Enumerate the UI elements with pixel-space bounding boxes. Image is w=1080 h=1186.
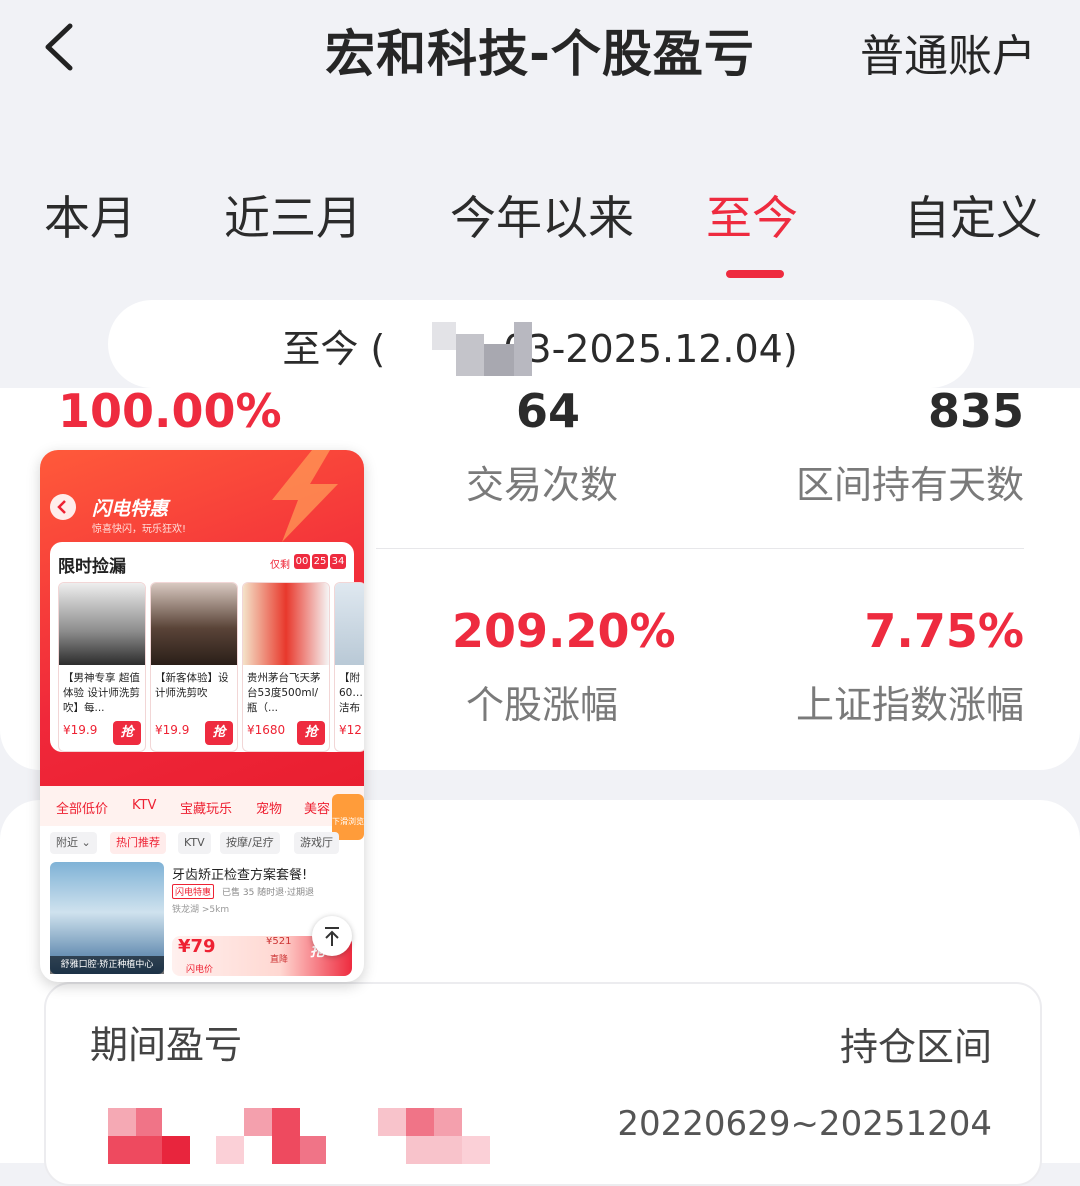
account-type-button[interactable]: 普通账户 <box>860 20 1036 84</box>
index-change-value: 7.75% <box>864 604 1024 658</box>
tab-this-month[interactable]: 本月 <box>44 182 136 248</box>
deal-price-label: 闪电价 <box>186 965 214 975</box>
lightning-bolt-icon <box>272 450 338 542</box>
chip-massage[interactable]: 按摩/足疗 <box>220 832 280 854</box>
product-price: ¥19.9 <box>63 723 98 737</box>
stock-change-label: 个股涨幅 <box>466 683 619 727</box>
deal-price: ¥79 <box>178 936 216 957</box>
flash-sale-ad-overlay[interactable]: 闪电特惠 惊喜快闪，玩乐狂欢! 限时捡漏 仅剩 00 25 34 【男神专享 超… <box>40 450 364 982</box>
chevron-left-icon <box>57 500 66 514</box>
ad-category-all-deals[interactable]: 全部低价 <box>56 798 108 817</box>
ad-category-pets[interactable]: 宠物 <box>256 798 282 817</box>
chip-nearby-label: 附近 <box>56 836 78 849</box>
product-image <box>151 583 237 665</box>
deal-badge: 闪电特惠 <box>172 884 215 899</box>
deal-distance: 铁龙湖 >5km <box>172 905 230 915</box>
date-range-prefix: 至今 ( <box>282 327 386 371</box>
timer-minutes: 25 <box>312 554 328 569</box>
period-pl-label: 期间盈亏 <box>90 1023 243 1067</box>
ad-back-button[interactable] <box>50 494 76 520</box>
product-name: 【附60…洁布 <box>339 672 362 714</box>
stock-change-value: 209.20% <box>452 604 676 658</box>
grab-button[interactable]: 抢 <box>113 721 141 745</box>
holding-days-value: 835 <box>927 384 1024 438</box>
deal-meta: 已售 35 随时退·过期退 <box>222 888 315 898</box>
ad-title: 闪电特惠 <box>92 498 169 520</box>
holding-days-label: 区间持有天数 <box>795 463 1024 507</box>
chevron-down-icon: ⌄ <box>78 836 91 849</box>
product-name: 【男神专享 超值体验 设计师洗剪吹】每... <box>63 672 140 714</box>
trade-count-label: 交易次数 <box>466 463 619 507</box>
ad-category-beauty[interactable]: 美容 <box>304 798 330 817</box>
limited-deal-title: 限时捡漏 <box>58 557 126 577</box>
chip-ktv[interactable]: KTV <box>178 832 211 854</box>
date-range-text: 至今 ( 03-2025.12.04) <box>0 318 1080 373</box>
redacted-pl-mosaic-2 <box>216 1108 326 1164</box>
timer-hours: 00 <box>294 554 310 569</box>
pl-detail-panel <box>44 982 1042 1186</box>
stats-divider <box>376 548 1024 549</box>
ad-subtitle: 惊喜快闪，玩乐狂欢! <box>92 524 187 535</box>
scroll-to-top-button[interactable] <box>312 916 352 956</box>
product-card[interactable]: 【男神专享 超值体验 设计师洗剪吹】每... ¥19.9 抢 <box>58 582 146 752</box>
ad-category-fun[interactable]: 宝藏玩乐 <box>180 798 232 817</box>
product-image <box>243 583 329 665</box>
redacted-pl-mosaic <box>108 1108 190 1164</box>
tab-custom[interactable]: 自定义 <box>904 182 1042 248</box>
arrow-up-icon <box>325 927 339 946</box>
chip-nearby[interactable]: 附近 ⌄ <box>50 832 97 854</box>
deal-title[interactable]: 牙齿矫正检查方案套餐! <box>172 864 307 883</box>
product-card[interactable]: 贵州茅台飞天茅台53度500ml/瓶（... ¥1680 抢 <box>242 582 330 752</box>
product-card[interactable]: 【附60…洁布 ¥12 <box>334 582 364 752</box>
chip-hot-recommend[interactable]: 热门推荐 <box>110 832 166 854</box>
product-price: ¥19.9 <box>155 723 190 737</box>
redacted-pl-mosaic-3 <box>378 1108 490 1164</box>
redacted-date-mosaic <box>432 322 532 378</box>
ad-category-ktv[interactable]: KTV <box>132 798 156 813</box>
holding-range-label: 持仓区间 <box>839 1025 992 1069</box>
product-card[interactable]: 【新客体验】设计师洗剪吹 ¥19.9 抢 <box>150 582 238 752</box>
timer-seconds: 34 <box>330 554 346 569</box>
return-rate-value: 100.00% <box>58 384 282 438</box>
grab-button[interactable]: 抢 <box>205 721 233 745</box>
tab-since-inception[interactable]: 至今 <box>706 182 798 248</box>
active-tab-indicator <box>726 270 784 278</box>
product-price: ¥1680 <box>247 723 286 737</box>
grab-button[interactable]: 抢 <box>297 721 325 745</box>
holding-range-value: 20220629~20251204 <box>617 1104 992 1144</box>
deal-image-caption: 舒雅口腔·矫正种植中心 <box>50 956 164 974</box>
chip-arcade[interactable]: 游戏厅 <box>294 832 339 854</box>
tab-year-to-date[interactable]: 今年以来 <box>450 182 634 248</box>
index-change-label: 上证指数涨幅 <box>795 683 1024 727</box>
product-name: 【新客体验】设计师洗剪吹 <box>155 672 229 699</box>
deal-direct-drop: 直降 <box>270 955 289 965</box>
trade-count-value: 64 <box>516 384 581 438</box>
product-image <box>335 583 364 665</box>
deal-original-price: ¥521 <box>266 936 292 947</box>
timer-label: 仅剩 <box>270 560 290 571</box>
product-price: ¥12 <box>339 723 362 737</box>
product-image <box>59 583 145 665</box>
product-name: 贵州茅台飞天茅台53度500ml/瓶（... <box>247 672 321 714</box>
tab-three-months[interactable]: 近三月 <box>224 182 362 248</box>
date-range-suffix: 03-2025.12.04) <box>503 327 798 371</box>
